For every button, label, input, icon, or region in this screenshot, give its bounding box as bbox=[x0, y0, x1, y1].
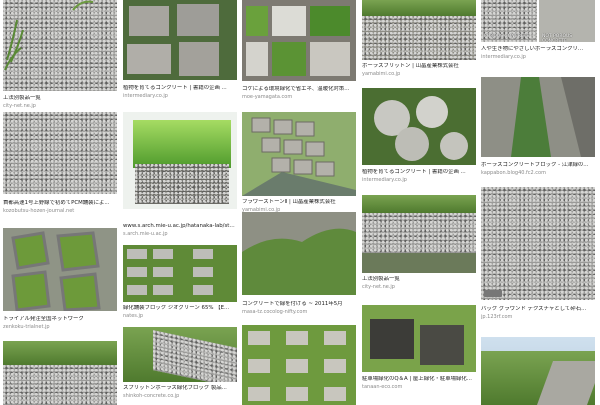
result-caption[interactable]: 首都高速1号上野線で初めてPCM舗装によ... bbox=[3, 200, 117, 207]
result-thumbnail[interactable] bbox=[362, 0, 476, 60]
grass-blocks-image bbox=[127, 4, 219, 76]
grass-grid-mat-image bbox=[370, 319, 464, 365]
result-thumbnail[interactable] bbox=[123, 327, 237, 382]
result-thumbnail[interactable] bbox=[242, 112, 356, 196]
result-caption[interactable]: ポーラスブリットン | 山畠産業株式会社 bbox=[362, 63, 476, 70]
result-source: tanaan-eco.com bbox=[362, 384, 403, 390]
result-source: city-net.ne.jp bbox=[362, 284, 395, 290]
result-source: kappabon.blog40.fc2.com bbox=[481, 170, 546, 176]
result-caption[interactable]: フラワーストーンⅡ | 山畠産業株式会社 bbox=[242, 199, 356, 206]
result-source: nates.jp bbox=[123, 313, 144, 319]
result-thumbnail[interactable] bbox=[3, 0, 117, 91]
result-thumbnail[interactable] bbox=[123, 0, 237, 80]
stone-balls-image bbox=[374, 96, 468, 161]
result-source: jp.123rf.com bbox=[481, 314, 513, 320]
green-wall-image bbox=[242, 212, 356, 295]
result-source: moe-yamagata.com bbox=[242, 94, 293, 100]
moss-trays-image bbox=[246, 6, 350, 76]
result-source: masa-tz.cocolog-nifty.com bbox=[242, 309, 308, 315]
result-thumbnail[interactable] bbox=[362, 195, 476, 273]
result-thumbnail[interactable] bbox=[242, 212, 356, 295]
block-wall-stream-image bbox=[242, 117, 356, 196]
paving-grid-image bbox=[127, 249, 213, 295]
result-source: intermediary.co.jp bbox=[362, 177, 407, 183]
result-caption[interactable]: 人や生き物にやさしいポーラスコンクリ... bbox=[481, 46, 595, 53]
result-thumbnail[interactable] bbox=[481, 337, 595, 405]
plant-image bbox=[4, 0, 94, 71]
result-thumbnail[interactable]: POROUS CONCRETE NOT POROUS CONCRETE bbox=[481, 0, 595, 42]
not-porous-label: NOT POROUS CONCRETE bbox=[542, 34, 573, 42]
result-caption[interactable]: 工法別製品一覧 bbox=[3, 95, 117, 102]
result-caption[interactable]: 駐車場緑化のQ＆A | 屋上緑化・駐車場緑化... bbox=[362, 376, 476, 383]
result-caption[interactable]: 植物を育てるコンクリート | 書籍の企画 ... bbox=[362, 169, 476, 176]
result-thumbnail[interactable] bbox=[362, 88, 476, 165]
result-source: intermediary.co.jp bbox=[123, 93, 168, 99]
porous-label: POROUS CONCRETE bbox=[484, 34, 530, 39]
result-caption[interactable]: スプリットンポーラス緑化ブロック 製品... bbox=[123, 385, 237, 392]
result-thumbnail[interactable] bbox=[3, 228, 117, 311]
result-source: yamabimi.co.jp bbox=[362, 71, 401, 77]
result-thumbnail[interactable] bbox=[242, 0, 356, 81]
result-caption[interactable]: ポーラスコンクリートブロック - 江津緑の... bbox=[481, 162, 595, 169]
result-caption[interactable]: www.s.arch.mie-u.ac.jp/hatanaka-lab/stu.… bbox=[123, 223, 237, 230]
result-thumbnail[interactable] bbox=[242, 325, 356, 405]
result-source: city-net.ne.jp bbox=[3, 103, 36, 109]
grass-paver-image bbox=[248, 331, 346, 401]
result-source: intermediary.co.jp bbox=[481, 54, 526, 60]
result-caption[interactable]: トライアル発注全国ネットワーク bbox=[3, 316, 117, 323]
result-caption[interactable]: 植物を育てるコンクリート | 書籍の企画 ... bbox=[123, 85, 237, 92]
result-thumbnail[interactable] bbox=[123, 112, 237, 209]
result-thumbnail[interactable] bbox=[362, 305, 476, 372]
result-thumbnail[interactable] bbox=[481, 77, 595, 157]
result-caption[interactable]: 工法別製品一覧 bbox=[362, 276, 476, 283]
result-source: zenkoku-trialnet.jp bbox=[3, 324, 50, 330]
waterway-image bbox=[511, 77, 595, 157]
result-caption[interactable]: バック グラウンド テクスチャとして砕石... bbox=[481, 306, 595, 313]
result-caption[interactable]: コケによる環境緑化で省エネ、温暖化対策... bbox=[242, 86, 356, 93]
green-block-wall-image bbox=[11, 231, 101, 311]
result-caption[interactable]: 緑化舗装ブロック ジオグリーン 65% 【E... bbox=[123, 305, 237, 312]
image-badge-icon bbox=[484, 290, 502, 297]
result-caption[interactable]: コンクリートで緑を付ける ~ 2011年5月 bbox=[242, 301, 356, 308]
result-source: kozobutsu-hozen-journal.net bbox=[3, 208, 75, 214]
result-thumbnail[interactable] bbox=[123, 245, 237, 302]
result-thumbnail[interactable] bbox=[3, 341, 117, 405]
result-source: shinkoh-concrete.co.jp bbox=[123, 393, 180, 399]
result-thumbnail[interactable] bbox=[481, 187, 595, 300]
result-source: s.arch.mie-u.ac.jp bbox=[123, 231, 168, 237]
result-thumbnail[interactable] bbox=[3, 112, 117, 194]
